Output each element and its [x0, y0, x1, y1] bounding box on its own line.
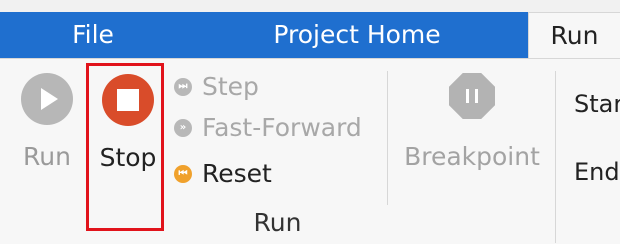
tab-file[interactable]: File: [0, 12, 186, 58]
reset-icon: ⏮: [174, 165, 192, 183]
play-icon: [21, 73, 73, 125]
tab-project-home[interactable]: Project Home: [186, 12, 528, 58]
ribbon-group-label: Run: [253, 208, 302, 237]
ribbon-tab-bar: File Project Home Run: [0, 12, 620, 58]
ribbon-separator-right: [555, 71, 556, 243]
breakpoint-button[interactable]: Breakpoint: [398, 73, 546, 193]
ribbon-panel: Run Stop ⏭ Step » Fast-Forward ⏮ Reset B…: [0, 58, 620, 244]
stop-highlight-box: Stop: [86, 63, 164, 231]
step-button[interactable]: ⏭ Step: [174, 71, 259, 103]
stop-icon: [102, 74, 154, 126]
breakpoint-icon: [449, 73, 495, 119]
fast-forward-icon: »: [174, 119, 192, 137]
reset-button[interactable]: ⏮ Reset: [174, 158, 272, 190]
run-button[interactable]: Run: [12, 73, 82, 193]
reset-label: Reset: [202, 159, 272, 188]
app-window: File Project Home Run Run Stop ⏭ Step » …: [0, 0, 620, 244]
tab-run[interactable]: Run: [528, 12, 620, 58]
right-partial-end: End: [574, 158, 620, 186]
right-partial-start: Star: [574, 90, 620, 118]
step-label: Step: [202, 72, 259, 101]
ribbon-separator: [387, 71, 388, 205]
breakpoint-label: Breakpoint: [404, 142, 540, 171]
run-button-label: Run: [23, 142, 71, 171]
stop-button-label: Stop: [99, 143, 157, 172]
stop-button[interactable]: Stop: [93, 74, 163, 194]
fast-forward-button[interactable]: » Fast-Forward: [174, 112, 362, 144]
step-icon: ⏭: [174, 78, 192, 96]
run-commands-list: ⏭ Step » Fast-Forward ⏮ Reset: [174, 71, 384, 201]
fast-forward-label: Fast-Forward: [202, 113, 362, 142]
